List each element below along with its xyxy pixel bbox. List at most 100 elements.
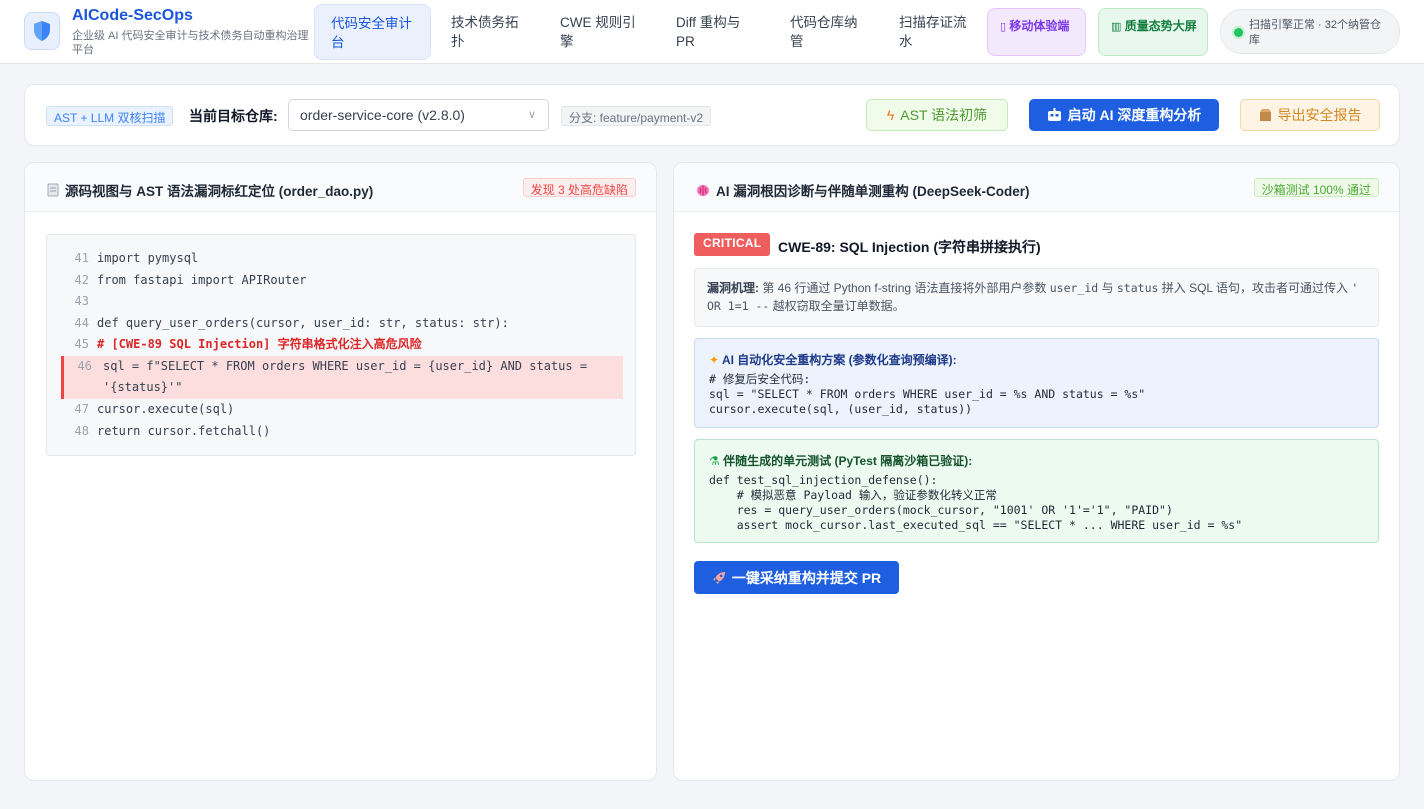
submit-pr-button[interactable]: 一键采纳重构并提交 PR <box>694 561 899 594</box>
export-button-label: 导出安全报告 <box>1277 107 1362 123</box>
vulnerability-mechanism: 漏洞机理: 第 46 行通过 Python f-string 语法直接将外部用户… <box>694 268 1379 327</box>
source-panel-title: 源码视图与 AST 语法漏洞标红定位 (order_dao.py) <box>65 184 374 199</box>
status-dot <box>1234 28 1243 37</box>
code-line: 41 import pymysql <box>47 248 635 269</box>
pr-button-label: 一键采纳重构并提交 PR <box>731 569 882 586</box>
sandbox-pass-badge: 沙箱测试 100% 通过 <box>1253 178 1379 197</box>
app-subtitle: 企业级 AI 代码安全审计与技术债务自动重构治理平台 <box>72 30 309 56</box>
code-line: 42 from fastapi import APIRouter <box>47 270 635 291</box>
phone-icon: ▯ <box>1000 21 1007 33</box>
code-line: 47 cursor.execute(sql) <box>47 399 635 420</box>
dashboard-label: 质量态势大屏 <box>1124 19 1197 33</box>
repo-select-value: order-service-core (v2.8.0) <box>300 107 465 123</box>
defect-count-badge: 发现 3 处高危缺陷 <box>522 178 636 197</box>
nav-tab-scan-log[interactable]: 扫描存证流水 <box>883 4 983 60</box>
test-title-wrap: ⚗ 伴随生成的单元测试 (PyTest 隔离沙箱已验证): <box>709 452 972 469</box>
nav-tab-audit[interactable]: 代码安全审计台 <box>314 4 431 60</box>
fix-title: AI 自动化安全重构方案 (参数化查询预编译): <box>721 353 957 367</box>
mechanism-code: user_id <box>1049 281 1099 295</box>
line-number: 43 <box>74 294 89 308</box>
code-text: from fastapi import APIRouter <box>97 273 307 287</box>
fix-code-line: cursor.execute(sql, (user_id, status)) <box>709 402 973 416</box>
ai-button-label: 启动 AI 深度重构分析 <box>1067 107 1202 123</box>
mechanism-label: 漏洞机理: <box>707 281 759 295</box>
brain-icon <box>697 184 709 196</box>
highlighted-vuln-line[interactable]: 46 sql = f"SELECT * FROM orders WHERE us… <box>61 356 623 399</box>
vulnerability-title: CWE-89: SQL Injection (字符串拼接执行) <box>778 239 1041 255</box>
nav-tab-tech-debt[interactable]: 技术债务拓扑 <box>435 4 535 60</box>
mechanism-text: 拼入 SQL 语句，攻击者可通过传入 <box>1158 281 1352 295</box>
export-report-button[interactable]: 导出安全报告 <box>1240 99 1380 131</box>
scan-toolbar: AST + LLM 双核扫描 当前目标仓库: order-service-cor… <box>24 84 1400 146</box>
fix-code-line: sql = "SELECT * FROM orders WHERE user_i… <box>709 387 1146 401</box>
code-text: cursor.execute(sql) <box>97 402 235 416</box>
ai-panel-header: AI 漏洞根因诊断与伴随单测重构 (DeepSeek-Coder) 沙箱测试 1… <box>674 163 1399 212</box>
severity-badge: CRITICAL <box>694 233 771 256</box>
test-code-line: assert mock_cursor.last_executed_sql == … <box>709 518 1243 532</box>
document-icon <box>47 183 59 197</box>
ai-panel-title-wrap: AI 漏洞根因诊断与伴随单测重构 (DeepSeek-Coder) <box>696 180 1030 200</box>
code-text: import pymysql <box>97 251 199 265</box>
chevron-down-icon: ∨ <box>527 109 536 121</box>
fix-code-line: # 修复后安全代码: <box>709 372 811 386</box>
line-number: 45 <box>74 337 89 351</box>
test-tube-icon: ⚗ <box>709 454 720 468</box>
sparkles-icon: ✦ <box>709 353 720 367</box>
unit-test-block: ⚗ 伴随生成的单元测试 (PyTest 隔离沙箱已验证): def test_s… <box>694 439 1379 543</box>
mechanism-text: 第 46 行通过 Python f-string 语法直接将外部用户参数 <box>759 281 1050 295</box>
source-panel-header: 源码视图与 AST 语法漏洞标红定位 (order_dao.py) 发现 3 处… <box>25 163 656 212</box>
rocket-icon <box>712 571 725 584</box>
code-text: return cursor.fetchall() <box>97 424 271 438</box>
bar-chart-icon: ▥ <box>1111 21 1122 33</box>
repo-select[interactable]: order-service-core (v2.8.0) ∨ <box>288 99 549 131</box>
code-text: # [CWE-89 SQL Injection] 字符串格式化注入高危风险 <box>97 337 422 351</box>
branch-tag: 分支: feature/payment-v2 <box>561 106 712 126</box>
repo-label: 当前目标仓库: <box>189 108 278 124</box>
mechanism-text: 越权窃取全量订单数据。 <box>769 299 905 313</box>
line-number: 42 <box>74 273 89 287</box>
ai-panel-title: AI 漏洞根因诊断与伴随单测重构 (DeepSeek-Coder) <box>716 184 1030 199</box>
engine-status: 扫描引擎正常 · 32个纳管仓库 <box>1220 9 1400 54</box>
ai-fix-suggestion: ✦ AI 自动化安全重构方案 (参数化查询预编译): # 修复后安全代码: sq… <box>694 338 1379 428</box>
mobile-label: 移动体验端 <box>1009 19 1070 33</box>
ast-button-label: AST 语法初筛 <box>900 107 988 123</box>
mobile-experience-button[interactable]: ▯ 移动体验端 <box>987 8 1086 56</box>
nav-tab-cwe-rules[interactable]: CWE 规则引擎 <box>544 4 654 60</box>
mechanism-text: 与 <box>1098 281 1117 295</box>
test-title: 伴随生成的单元测试 (PyTest 隔离沙箱已验证): <box>723 454 973 468</box>
code-line: 44 def query_user_orders(cursor, user_id… <box>47 313 635 334</box>
line-number: 46 <box>77 359 92 373</box>
app-title: AICode-SecOps <box>72 7 193 24</box>
test-code-line: # 模拟恶意 Payload 输入，验证参数化转义正常 <box>709 488 997 502</box>
app-logo[interactable] <box>24 12 60 50</box>
engine-tag: AST + LLM 双核扫描 <box>46 106 174 126</box>
shield-icon <box>34 21 50 41</box>
status-text: 扫描引擎正常 · 32个纳管仓库 <box>1249 19 1382 46</box>
line-number: 47 <box>74 402 89 416</box>
code-line: 43 <box>47 291 635 312</box>
code-text: def query_user_orders(cursor, user_id: s… <box>97 316 509 330</box>
ast-scan-button[interactable]: ϟ AST 语法初筛 <box>866 99 1008 131</box>
line-number: 44 <box>74 316 89 330</box>
mechanism-code: status <box>1116 281 1159 295</box>
source-panel-title-wrap: 源码视图与 AST 语法漏洞标红定位 (order_dao.py) <box>47 180 373 200</box>
nav-tab-repos[interactable]: 代码仓库纳管 <box>774 4 884 60</box>
line-number: 48 <box>74 424 89 438</box>
fix-title-wrap: ✦ AI 自动化安全重构方案 (参数化查询预编译): <box>709 351 957 368</box>
code-viewer[interactable]: 41 import pymysql 42 from fastapi import… <box>46 234 636 456</box>
ai-diagnosis-panel: AI 漏洞根因诊断与伴随单测重构 (DeepSeek-Coder) 沙箱测试 1… <box>673 162 1400 781</box>
package-icon <box>1259 108 1271 121</box>
code-line: 48 return cursor.fetchall() <box>47 421 635 442</box>
test-code-line: res = query_user_orders(mock_cursor, "10… <box>709 503 1173 517</box>
robot-icon <box>1047 108 1061 121</box>
line-number: 41 <box>74 251 89 265</box>
code-line-vuln-comment: 45 # [CWE-89 SQL Injection] 字符串格式化注入高危风险 <box>47 334 635 355</box>
test-code-line: def test_sql_injection_defense(): <box>709 473 938 487</box>
nav-tab-diff-pr[interactable]: Diff 重构与 PR <box>660 4 770 60</box>
ai-refactor-button[interactable]: 启动 AI 深度重构分析 <box>1029 99 1219 131</box>
lightning-icon: ϟ <box>886 107 895 123</box>
top-header: AICode-SecOps 企业级 AI 代码安全审计与技术债务自动重构治理平台… <box>0 0 1424 64</box>
quality-dashboard-button[interactable]: ▥ 质量态势大屏 <box>1098 8 1208 56</box>
code-text: sql = f"SELECT * FROM orders WHERE user_… <box>103 359 588 394</box>
source-code-panel: 源码视图与 AST 语法漏洞标红定位 (order_dao.py) 发现 3 处… <box>24 162 657 781</box>
